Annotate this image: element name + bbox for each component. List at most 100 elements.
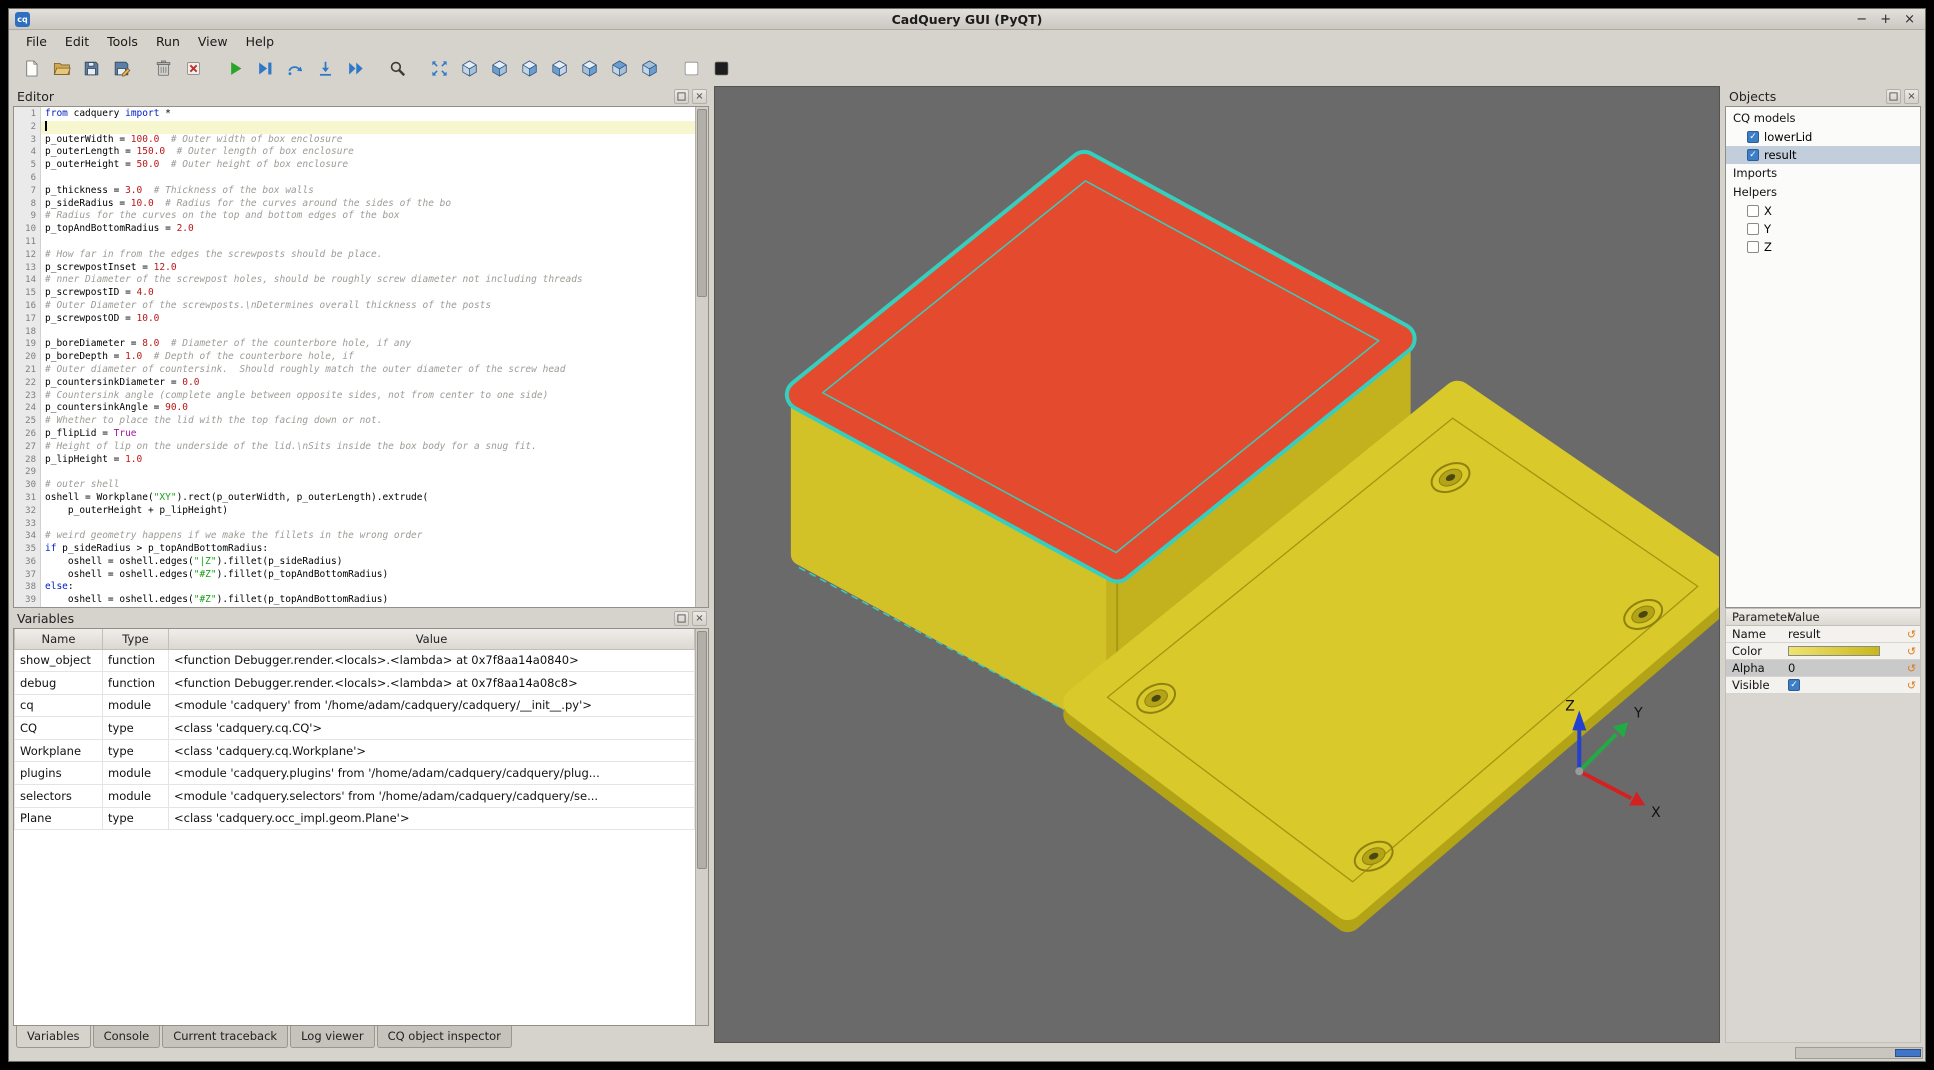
tree-item-z[interactable]: Z [1726, 238, 1920, 256]
code-line[interactable]: p_outerWidth = 100.0 # Outer width of bo… [41, 134, 708, 147]
view-top-button[interactable] [605, 55, 633, 82]
continue-button[interactable] [341, 55, 369, 82]
menu-item-edit[interactable]: Edit [56, 31, 98, 52]
code-line[interactable] [41, 466, 708, 479]
tree-item-y[interactable]: Y [1726, 220, 1920, 238]
fit-all-button[interactable] [425, 55, 453, 82]
param-row-visible[interactable]: Visible✓↺ [1726, 677, 1920, 694]
checked-checkbox[interactable]: ✓ [1747, 149, 1759, 161]
menu-item-help[interactable]: Help [237, 31, 284, 52]
code-line[interactable]: p_boreDepth = 1.0 # Depth of the counter… [41, 351, 708, 364]
editor-scrollbar-thumb[interactable] [697, 109, 707, 297]
bg-white-button[interactable] [677, 55, 705, 82]
code-line[interactable]: oshell = oshell.edges("#Z").fillet(p_top… [41, 569, 708, 582]
code-line[interactable]: # How far in from the edges the screwpos… [41, 249, 708, 262]
view-bottom-button[interactable] [635, 55, 663, 82]
code-line[interactable]: p_thickness = 3.0 # Thickness of the box… [41, 185, 708, 198]
color-swatch[interactable] [1788, 646, 1880, 656]
checked-checkbox[interactable]: ✓ [1747, 131, 1759, 143]
code-line[interactable]: p_countersinkDiameter = 0.0 [41, 377, 708, 390]
menu-item-file[interactable]: File [17, 31, 56, 52]
view-left-button[interactable] [545, 55, 573, 82]
code-line[interactable]: # Outer Diameter of the screwposts.\nDet… [41, 300, 708, 313]
code-line[interactable]: p_boreDiameter = 8.0 # Diameter of the c… [41, 338, 708, 351]
step-into-button[interactable] [311, 55, 339, 82]
editor-scrollbar[interactable] [695, 107, 708, 607]
code-line[interactable]: oshell = oshell.edges("#Z").fillet(p_top… [41, 594, 708, 607]
code-line[interactable]: # outer shell [41, 479, 708, 492]
code-line[interactable]: p_countersinkAngle = 90.0 [41, 402, 708, 415]
table-row[interactable]: selectorsmodule<module 'cadquery.selecto… [15, 785, 695, 808]
reset-icon[interactable]: ↺ [1903, 679, 1920, 692]
menu-item-view[interactable]: View [189, 31, 237, 52]
tree-item-x[interactable]: X [1726, 202, 1920, 220]
save-button[interactable] [77, 55, 105, 82]
code-line[interactable]: # nner Diameter of the screwpost holes, … [41, 274, 708, 287]
mini-scrollbar[interactable] [1795, 1047, 1923, 1059]
maximize-button[interactable]: + [1880, 13, 1891, 26]
code-line[interactable] [41, 236, 708, 249]
code-line[interactable]: oshell = Workplane("XY").rect(p_outerWid… [41, 492, 708, 505]
param-row-alpha[interactable]: Alpha0↺ [1726, 660, 1920, 677]
zoom-button[interactable] [383, 55, 411, 82]
code-line[interactable] [41, 518, 708, 531]
code-line[interactable]: # Outer diameter of countersink. Should … [41, 364, 708, 377]
code-line[interactable]: # Countersink angle (complete angle betw… [41, 390, 708, 403]
float-panel-icon[interactable] [674, 89, 689, 104]
table-row[interactable]: debugfunction<function Debugger.render.<… [15, 672, 695, 695]
tree-item-lowerlid[interactable]: ✓lowerLid [1726, 128, 1920, 146]
close-panel-icon[interactable]: × [692, 89, 707, 104]
unchecked-checkbox[interactable] [1747, 241, 1759, 253]
reset-icon[interactable]: ↺ [1903, 645, 1920, 658]
table-row[interactable]: CQtype<class 'cadquery.cq.CQ'> [15, 717, 695, 740]
view-right-button[interactable] [575, 55, 603, 82]
tree-group-helpers[interactable]: Helpers [1726, 183, 1920, 202]
open-file-button[interactable] [47, 55, 75, 82]
close-panel-icon[interactable]: × [1904, 89, 1919, 104]
editor-code[interactable]: from cadquery import *p_outerWidth = 100… [41, 107, 708, 607]
clear-button[interactable] [149, 55, 177, 82]
code-line[interactable]: else: [41, 581, 708, 594]
mini-scrollbar-thumb[interactable] [1895, 1049, 1921, 1057]
bg-black-button[interactable] [707, 55, 735, 82]
variables-scrollbar[interactable] [695, 629, 708, 1025]
title-bar[interactable]: cq CadQuery GUI (PyQT) − + × [9, 9, 1925, 30]
param-row-color[interactable]: Color↺ [1726, 643, 1920, 660]
code-line[interactable]: p_sideRadius = 10.0 # Radius for the cur… [41, 198, 708, 211]
code-line[interactable]: p_lipHeight = 1.0 [41, 454, 708, 467]
step-over-button[interactable] [281, 55, 309, 82]
param-row-name[interactable]: Nameresult↺ [1726, 626, 1920, 643]
variables-scrollbar-thumb[interactable] [697, 631, 707, 869]
code-editor[interactable]: 1234567891011121314151617181920212223242… [13, 106, 709, 608]
code-line[interactable]: if p_sideRadius > p_topAndBottomRadius: [41, 543, 708, 556]
code-line[interactable]: # Radius for the curves on the top and b… [41, 210, 708, 223]
table-row[interactable]: cqmodule<module 'cadquery' from '/home/a… [15, 694, 695, 717]
delete-button[interactable] [179, 55, 207, 82]
code-line[interactable]: # Height of lip on the underside of the … [41, 441, 708, 454]
unchecked-checkbox[interactable] [1747, 223, 1759, 235]
code-line[interactable]: oshell = oshell.edges("|Z").fillet(p_sid… [41, 556, 708, 569]
new-file-button[interactable] [17, 55, 45, 82]
tree-group-imports[interactable]: Imports [1726, 164, 1920, 183]
code-line[interactable]: p_screwpostOD = 10.0 [41, 313, 708, 326]
table-row[interactable]: pluginsmodule<module 'cadquery.plugins' … [15, 762, 695, 785]
variables-table[interactable]: NameTypeValue show_objectfunction<functi… [14, 629, 695, 830]
column-header-type[interactable]: Type [103, 629, 169, 649]
menu-item-run[interactable]: Run [147, 31, 189, 52]
code-line[interactable]: p_outerLength = 150.0 # Outer length of … [41, 146, 708, 159]
column-header-value[interactable]: Value [169, 629, 695, 649]
close-panel-icon[interactable]: × [692, 611, 707, 626]
minimize-button[interactable]: − [1856, 13, 1867, 26]
debug-button[interactable] [251, 55, 279, 82]
code-line[interactable]: p_outerHeight = 50.0 # Outer height of b… [41, 159, 708, 172]
visible-checkbox[interactable]: ✓ [1788, 679, 1800, 691]
float-panel-icon[interactable] [674, 611, 689, 626]
view-iso-button[interactable] [455, 55, 483, 82]
viewport-3d[interactable]: Z Y X [714, 86, 1720, 1043]
code-line[interactable]: p_screwpostInset = 12.0 [41, 262, 708, 275]
table-row[interactable]: Planetype<class 'cadquery.occ_impl.geom.… [15, 807, 695, 830]
float-panel-icon[interactable] [1886, 89, 1901, 104]
reset-icon[interactable]: ↺ [1903, 628, 1920, 641]
code-line[interactable]: p_outerHeight + p_lipHeight) [41, 505, 708, 518]
code-line[interactable]: p_topAndBottomRadius = 2.0 [41, 223, 708, 236]
